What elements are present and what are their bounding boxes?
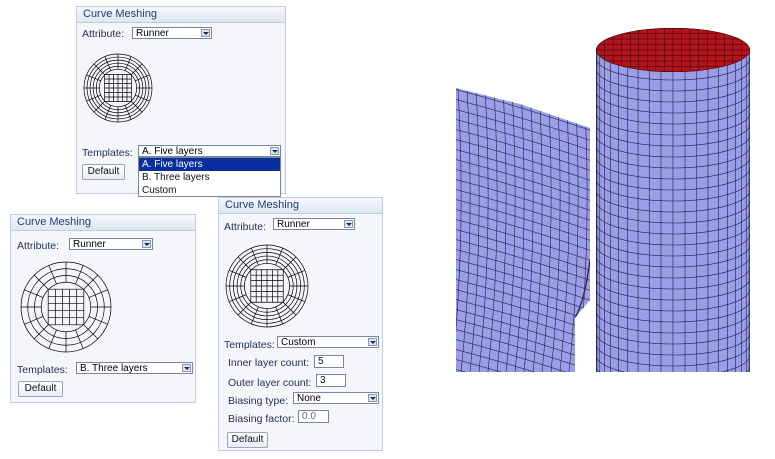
templates-select[interactable]: Custom xyxy=(277,336,379,348)
chevron-down-icon[interactable] xyxy=(270,147,279,155)
templates-label: Templates: xyxy=(17,364,68,376)
templates-select[interactable]: A. Five layers xyxy=(138,145,281,157)
chevron-down-icon[interactable] xyxy=(368,394,377,402)
templates-label: Templates: xyxy=(82,147,133,159)
mesh-preview-custom xyxy=(225,244,309,328)
pipe-end-cap xyxy=(596,28,750,72)
biasing-factor-label: Biasing factor: xyxy=(228,413,295,425)
chevron-down-icon[interactable] xyxy=(344,220,353,228)
mesh-preview-three-layers xyxy=(20,261,112,353)
inner-layer-count-input[interactable]: 5 xyxy=(314,355,344,368)
templates-label: Templates: xyxy=(224,339,275,351)
curve-meshing-panel-a: Curve Meshing Attribute: Runner Template… xyxy=(76,6,286,197)
attribute-select-value: Runner xyxy=(136,28,169,39)
attribute-select[interactable]: Runner xyxy=(69,238,153,250)
biasing-type-select-value: None xyxy=(297,393,321,404)
attribute-select[interactable]: Runner xyxy=(132,27,212,39)
outer-layer-count-input[interactable]: 3 xyxy=(316,374,346,387)
biasing-type-label: Biasing type: xyxy=(228,395,289,407)
panel-title: Curve Meshing xyxy=(77,7,285,23)
chevron-down-icon[interactable] xyxy=(182,364,191,372)
default-button[interactable]: Default xyxy=(82,164,125,180)
attribute-select[interactable]: Runner xyxy=(273,218,355,230)
dropdown-option-custom[interactable]: Custom xyxy=(139,184,280,197)
attribute-label: Attribute: xyxy=(82,28,125,40)
outer-layer-count-label: Outer layer count: xyxy=(228,377,312,389)
curve-meshing-panel-c: Curve Meshing Attribute: Runner Template… xyxy=(218,197,383,451)
branch-pipe xyxy=(456,88,590,372)
default-button[interactable]: Default xyxy=(18,381,63,397)
templates-select-value: Custom xyxy=(281,337,316,348)
dropdown-option-three-layers[interactable]: B. Three layers xyxy=(139,171,280,184)
attribute-select-value: Runner xyxy=(73,239,106,250)
templates-select-value: B. Three layers xyxy=(80,363,148,374)
panel-title: Curve Meshing xyxy=(11,215,195,231)
chevron-down-icon[interactable] xyxy=(142,240,151,248)
templates-dropdown-list: A. Five layers B. Three layers Custom xyxy=(138,157,281,197)
chevron-down-icon[interactable] xyxy=(201,29,210,37)
attribute-label: Attribute: xyxy=(17,240,60,252)
attribute-select-value: Runner xyxy=(277,219,310,230)
biasing-type-select[interactable]: None xyxy=(293,392,379,404)
inner-layer-count-label: Inner layer count: xyxy=(228,357,310,369)
default-button[interactable]: Default xyxy=(227,432,268,448)
attribute-label: Attribute: xyxy=(224,221,267,233)
run-pipe xyxy=(596,50,750,372)
biasing-factor-input[interactable]: 0.0 xyxy=(298,410,329,423)
chevron-down-icon[interactable] xyxy=(368,338,377,346)
dropdown-option-five-layers[interactable]: A. Five layers xyxy=(139,158,280,171)
mesh-grid xyxy=(225,244,309,328)
mesh-grid xyxy=(83,53,153,123)
mesh-preview-five-layers xyxy=(83,53,153,123)
templates-select-value: A. Five layers xyxy=(142,146,203,157)
panel-title: Curve Meshing xyxy=(219,198,382,214)
curve-meshing-panel-b: Curve Meshing Attribute: Runner Template… xyxy=(10,214,196,403)
templates-select[interactable]: B. Three layers xyxy=(76,362,193,374)
mesh-grid xyxy=(20,261,112,353)
